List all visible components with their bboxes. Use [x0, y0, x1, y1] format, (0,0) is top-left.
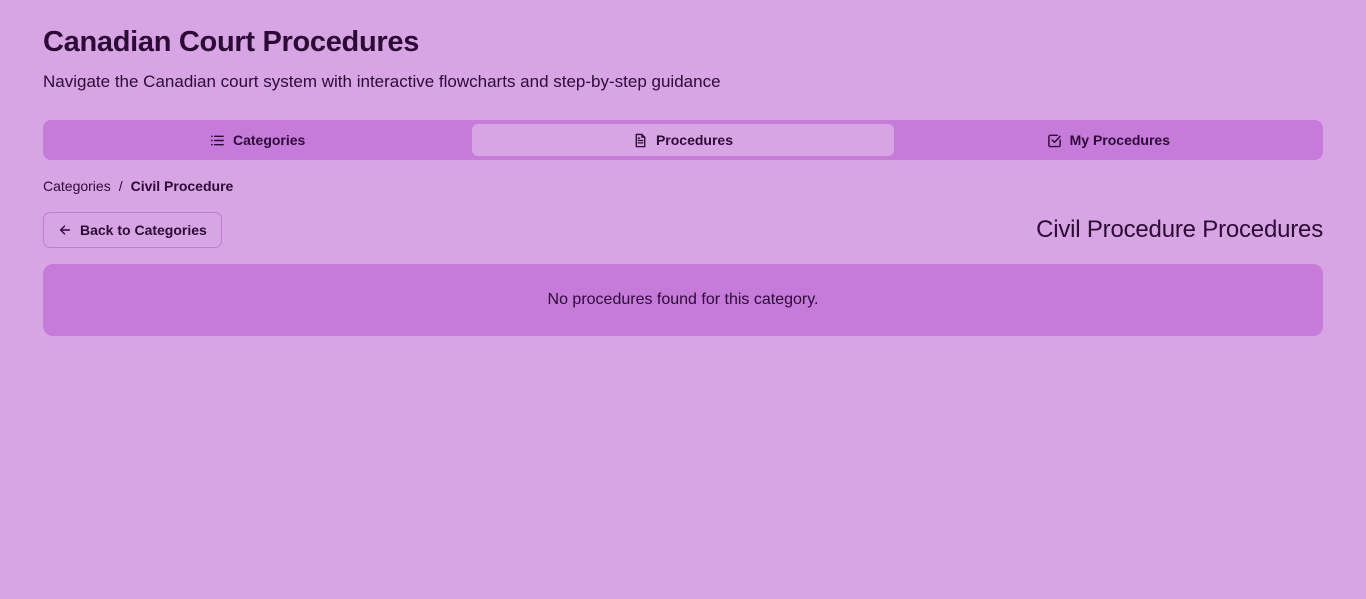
empty-state-message: No procedures found for this category.	[547, 291, 819, 308]
tab-label: My Procedures	[1069, 132, 1170, 148]
empty-state-card: No procedures found for this category.	[43, 264, 1323, 336]
tab-label: Procedures	[655, 132, 734, 148]
arrow-left-icon	[59, 225, 71, 235]
app-page: Canadian Court Procedures Navigate the C…	[0, 0, 1366, 599]
tab-my-procedures[interactable]: My Procedures	[898, 124, 1319, 156]
breadcrumb-separator: /	[118, 178, 123, 194]
checkbox-icon	[1047, 134, 1061, 147]
page-title: Canadian Court Procedures	[43, 26, 420, 58]
document-icon	[635, 133, 646, 147]
list-icon	[210, 135, 224, 145]
back-button-label: Back to Categories	[80, 222, 207, 238]
tab-categories[interactable]: Categories	[47, 124, 468, 156]
page-subtitle: Navigate the Canadian court system with …	[43, 72, 721, 91]
section-title: Civil Procedure Procedures	[1036, 216, 1323, 243]
breadcrumb-categories-link[interactable]: Categories	[43, 178, 111, 194]
back-to-categories-button[interactable]: Back to Categories	[43, 212, 222, 248]
tab-label: Categories	[232, 132, 306, 148]
tab-procedures[interactable]: Procedures	[472, 124, 894, 156]
breadcrumb-current: Civil Procedure	[130, 178, 234, 194]
breadcrumb: Categories / Civil Procedure	[43, 178, 233, 194]
tab-bar: Categories Procedures My Procedures	[43, 120, 1323, 160]
